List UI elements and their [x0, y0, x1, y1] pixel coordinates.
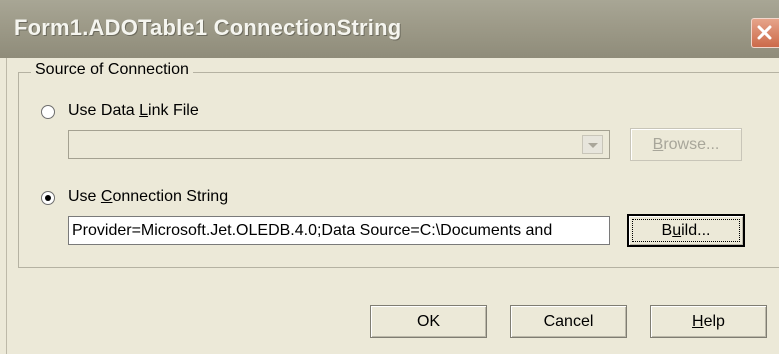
data-link-file-label[interactable]: Use Data Link File: [68, 102, 199, 120]
cancel-button[interactable]: Cancel: [510, 305, 627, 338]
build-button[interactable]: Build...: [627, 214, 745, 247]
data-link-file-combo[interactable]: [68, 130, 610, 159]
title-bar[interactable]: Form1.ADOTable1 ConnectionString: [0, 0, 779, 58]
data-link-file-radio[interactable]: [41, 105, 55, 119]
browse-button[interactable]: Browse...: [630, 128, 742, 161]
ok-button[interactable]: OK: [370, 305, 487, 338]
connection-string-dialog: Form1.ADOTable1 ConnectionString Source …: [0, 0, 779, 354]
group-legend: Source of Connection: [31, 61, 193, 79]
close-icon: [757, 25, 772, 40]
help-button[interactable]: Help: [650, 305, 767, 338]
chevron-down-icon[interactable]: [582, 135, 603, 154]
window-title: Form1.ADOTable1 ConnectionString: [14, 15, 402, 40]
connection-string-label[interactable]: Use Connection String: [68, 188, 228, 206]
focus-rectangle: [632, 219, 740, 242]
close-button[interactable]: [751, 18, 779, 48]
connection-string-radio[interactable]: [41, 191, 55, 205]
connection-string-input[interactable]: Provider=Microsoft.Jet.OLEDB.4.0;Data So…: [68, 216, 610, 245]
